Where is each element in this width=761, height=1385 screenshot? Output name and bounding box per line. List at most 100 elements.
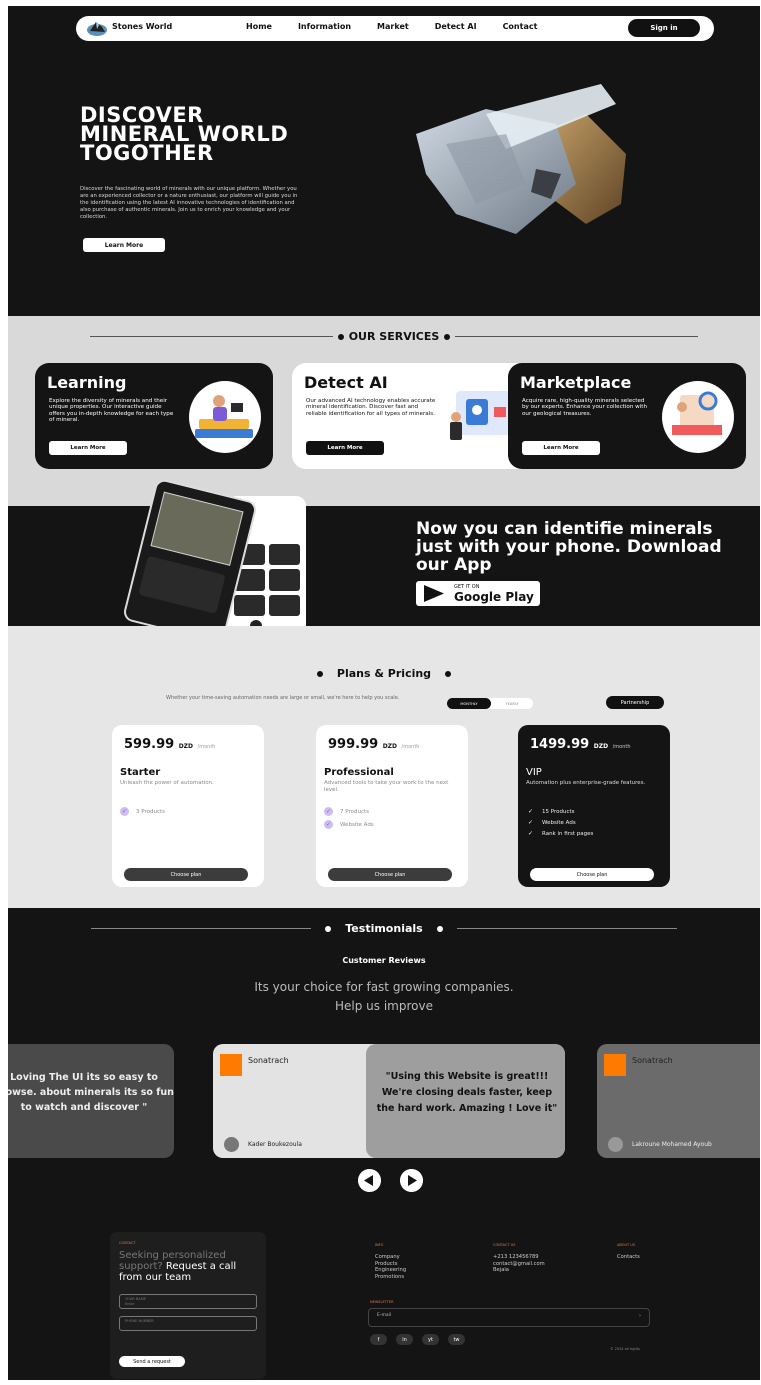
plan-feature: ✓ 15 Products xyxy=(526,807,575,816)
pricing-section: Plans & Pricing Whether your time-saving… xyxy=(8,626,760,908)
check-icon: ✓ xyxy=(120,807,129,816)
play-store-icon xyxy=(424,585,444,602)
service-card-learning: Learning Explore the diversity of minera… xyxy=(35,363,273,469)
check-icon: ✓ xyxy=(527,808,534,815)
plan-name: Starter xyxy=(120,767,161,778)
footer-contact-column: CONTACT US +213 123456789 contact@gmail.… xyxy=(493,1242,545,1274)
contact-small-label: CONTACT xyxy=(119,1241,136,1245)
hero-title: DISCOVER MINERAL WORLD TOGOTHER xyxy=(80,103,289,165)
plan-name: Professional xyxy=(324,767,394,778)
choose-plan-button[interactable]: Choose plan xyxy=(328,868,452,881)
footer-info-column: INFO Company Products Engineering Promot… xyxy=(375,1242,406,1280)
feature-text: Website Ads xyxy=(340,821,374,828)
tagline-line: Its your choice for fast growing compani… xyxy=(254,980,514,994)
price-period: /month xyxy=(401,744,420,750)
google-play-button[interactable]: GET IT ON Google Play xyxy=(416,581,540,606)
company-name: Sonatrach xyxy=(248,1056,289,1065)
card-description: Our advanced AI technology enables accur… xyxy=(306,398,436,417)
billing-toggle[interactable]: MONTHLY YEARLY xyxy=(447,698,533,709)
contact-title: Seeking personalized support? Request a … xyxy=(119,1250,259,1283)
price-period: /month xyxy=(612,744,631,750)
name-field[interactable]: YOUR NAME Enter xyxy=(119,1294,257,1309)
divider xyxy=(455,336,699,337)
services-heading: OUR SERVICES xyxy=(8,330,760,343)
nav-contact[interactable]: Contact xyxy=(503,22,538,31)
feature-text: 3 Products xyxy=(136,808,165,815)
nav-market[interactable]: Market xyxy=(377,22,409,31)
footer-address: Bejaia xyxy=(493,1267,509,1274)
learning-learn-more-button[interactable]: Learn More xyxy=(49,441,127,455)
arrow-right-icon[interactable]: › xyxy=(639,1313,641,1319)
marketplace-learn-more-button[interactable]: Learn More xyxy=(522,441,600,455)
store-name: Google Play xyxy=(454,590,534,604)
plan-price: 999.99 DZD /month xyxy=(328,737,419,752)
learning-illustration xyxy=(189,381,261,453)
customer-reviews-label: Customer Reviews xyxy=(342,956,426,965)
check-icon: ✓ xyxy=(527,819,534,826)
marketplace-illustration xyxy=(662,381,734,453)
feature-text: 15 Products xyxy=(542,808,575,815)
linkedin-icon[interactable]: in xyxy=(396,1334,413,1345)
plan-price: 1499.99 DZD /month xyxy=(530,737,631,752)
bullet-icon xyxy=(436,925,443,932)
price-currency: DZD xyxy=(382,743,398,750)
field-label: YOUR NAME xyxy=(125,1297,147,1301)
choose-plan-button[interactable]: Choose plan xyxy=(530,868,654,881)
plan-feature: ✓ Website Ads xyxy=(526,818,576,827)
column-heading: ABOUT US xyxy=(617,1243,636,1247)
bullet-icon xyxy=(325,925,332,932)
feature-text: Rank in first pages xyxy=(542,830,594,837)
detect-ai-learn-more-button[interactable]: Learn More xyxy=(306,441,384,455)
price-value: 1499.99 xyxy=(530,737,590,752)
footer-link[interactable]: Promotions xyxy=(375,1274,406,1280)
column-heading: CONTACT US xyxy=(493,1243,516,1247)
footer-link[interactable]: Contacts xyxy=(617,1254,640,1260)
nav-detect-ai[interactable]: Detect AI xyxy=(435,22,477,31)
plan-description: Automation plus enterprise-grade feature… xyxy=(526,780,646,786)
toggle-monthly[interactable]: MONTHLY xyxy=(447,698,491,709)
email-placeholder: E-mail xyxy=(377,1313,392,1318)
service-card-detect-ai: Detect AI Our advanced AI technology ena… xyxy=(292,363,530,469)
choose-plan-button[interactable]: Choose plan xyxy=(124,868,248,881)
avatar xyxy=(224,1137,239,1152)
services-title: OUR SERVICES xyxy=(348,330,440,343)
nav-information[interactable]: Information xyxy=(298,22,351,31)
partnership-button[interactable]: Partnership xyxy=(606,696,664,709)
price-value: 599.99 xyxy=(124,737,175,752)
twitter-icon[interactable]: tw xyxy=(448,1334,465,1345)
send-request-button[interactable]: Send a request xyxy=(119,1356,185,1367)
phone-field[interactable]: PHONE NUMBER xyxy=(119,1316,257,1331)
pricing-heading: Plans & Pricing xyxy=(8,667,760,680)
plan-description: Unleash the power of automation. xyxy=(120,780,214,786)
price-period: /month xyxy=(197,744,216,750)
bullet-icon xyxy=(316,670,323,677)
logo-icon xyxy=(87,22,107,36)
testimonial-card-prev: Loving The UI its so easy to browse. abo… xyxy=(8,1044,174,1158)
hero-learn-more-button[interactable]: Learn More xyxy=(83,238,165,252)
field-value: Enter xyxy=(125,1302,135,1306)
plan-card-starter: 599.99 DZD /month Starter Unleash the po… xyxy=(112,725,264,887)
newsletter-email-input[interactable]: E-mail › xyxy=(368,1308,650,1327)
hero-description: Discover the fascinating world of minera… xyxy=(80,186,298,220)
testimonial-card-active: Sonatrach Kader Boukezoula "Using this W… xyxy=(213,1044,565,1158)
testimonial-quote: "Using this Website is great!!! We're cl… xyxy=(376,1071,558,1114)
copyright: © 2024 all rights xyxy=(610,1347,640,1351)
services-section: OUR SERVICES Learning Explore the divers… xyxy=(8,316,760,506)
footer-link[interactable]: Engineering xyxy=(375,1267,406,1273)
brand-name[interactable]: Stones World xyxy=(112,22,172,31)
prev-arrow-icon[interactable] xyxy=(358,1169,381,1192)
next-arrow-icon[interactable] xyxy=(400,1169,423,1192)
facebook-icon[interactable]: f xyxy=(370,1334,387,1345)
navbar: Stones World Home Information Market Det… xyxy=(76,16,714,41)
contact-request-card: CONTACT Seeking personalized support? Re… xyxy=(110,1232,266,1379)
divider xyxy=(91,928,312,929)
sign-in-button[interactable]: Sign in xyxy=(628,19,700,37)
app-download-banner: Now you can identifie minerals just with… xyxy=(8,477,760,645)
toggle-yearly[interactable]: YEARLY xyxy=(491,698,533,709)
pricing-title: Plans & Pricing xyxy=(336,667,432,680)
service-card-marketplace: Marketplace Acquire rare, high-quality m… xyxy=(508,363,746,469)
youtube-icon[interactable]: yt xyxy=(422,1334,439,1345)
testimonial-card-next: Sonatrach Lakroune Mohamed Ayoub xyxy=(597,1044,760,1158)
card-title: Detect AI xyxy=(304,373,388,392)
nav-home[interactable]: Home xyxy=(246,22,272,31)
